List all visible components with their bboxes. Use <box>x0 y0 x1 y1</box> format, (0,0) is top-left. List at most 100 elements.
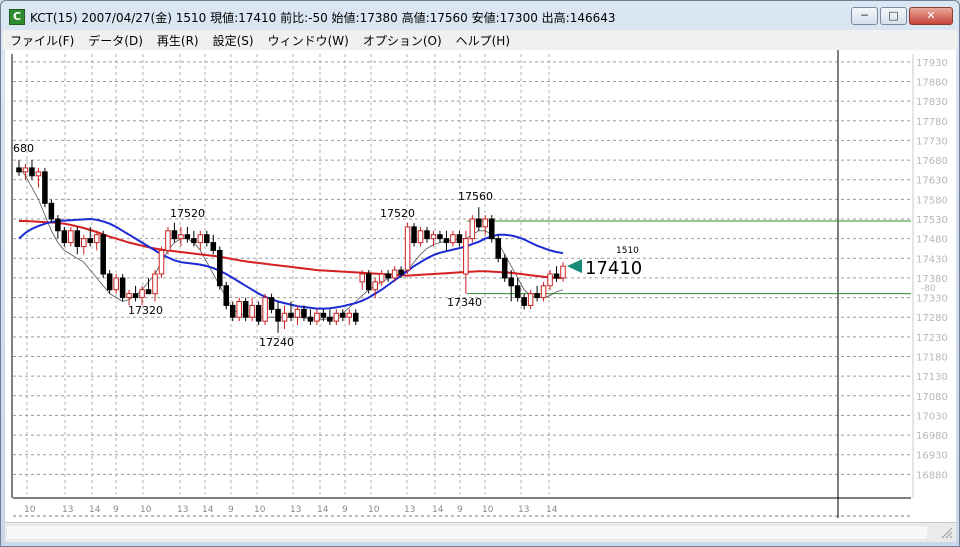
x-tick-label: 13 <box>62 505 73 515</box>
x-tick-label: 9 <box>457 505 463 515</box>
candle-up <box>314 312 320 322</box>
close-button[interactable]: ✕ <box>909 7 953 25</box>
x-tick-label: 14 <box>89 505 101 515</box>
menu-options[interactable]: オプション(O) <box>356 30 449 50</box>
candle-up <box>391 269 398 279</box>
candle-down <box>411 226 417 244</box>
candle-up <box>547 273 553 287</box>
x-tick-label: 14 <box>546 505 558 515</box>
candle-up <box>236 301 242 318</box>
y-tick-label: 17030 <box>916 411 948 422</box>
candle-down <box>61 230 68 244</box>
candle-down <box>132 293 139 299</box>
x-tick-label: 13 <box>518 505 529 515</box>
candle-up <box>126 293 132 299</box>
menu-data[interactable]: データ(D) <box>81 30 150 50</box>
candle-down <box>210 242 217 251</box>
candle-down <box>171 230 178 240</box>
candle-down <box>74 230 81 248</box>
candle-up <box>560 265 566 279</box>
y-tick-label: 17580 <box>916 195 948 206</box>
x-tick-label: 10 <box>140 505 152 515</box>
menu-settings[interactable]: 設定(S) <box>206 30 261 50</box>
candle-down <box>119 277 126 299</box>
menu-bar: ファイル(F) データ(D) 再生(R) 設定(S) ウィンドウ(W) オプショ… <box>3 30 957 50</box>
y-tick-label: 17480 <box>916 235 948 246</box>
y-tick-label: 17830 <box>916 97 948 108</box>
x-tick-label: 14 <box>432 505 444 515</box>
horizontal-scrollbar[interactable] <box>5 522 956 542</box>
candle-up <box>35 171 42 177</box>
candle-down <box>29 167 35 177</box>
candle-down <box>508 277 514 287</box>
candle-down <box>242 301 249 318</box>
candle-up <box>22 167 29 173</box>
candle-down <box>16 167 22 173</box>
candle-up <box>463 238 469 275</box>
menu-help[interactable]: ヘルプ(H) <box>449 30 517 50</box>
candle-down <box>476 218 482 228</box>
x-tick-label: 13 <box>404 505 415 515</box>
candle-down <box>255 304 262 322</box>
menu-window[interactable]: ウィンドウ(W) <box>261 30 356 50</box>
annotation-trough-3: 17340 <box>447 296 482 309</box>
candle-up <box>540 285 547 299</box>
y-tick-label: 17130 <box>916 372 948 383</box>
annotation-left-high: 680 <box>13 142 34 155</box>
candle-down <box>327 316 333 322</box>
candle-down <box>320 312 327 318</box>
candle-down <box>424 230 430 240</box>
candle-down <box>301 308 307 318</box>
y-tick-label: 17180 <box>916 353 948 364</box>
candle-down <box>385 273 391 279</box>
annotation-current-price: 17410 <box>585 258 642 279</box>
candle-up <box>93 234 100 244</box>
annotation-peak-2: 17520 <box>380 207 415 220</box>
y-tick-label: 17330 <box>916 294 948 305</box>
candle-up <box>469 218 476 240</box>
candle-down <box>501 257 508 279</box>
y-tick-label: 17430 <box>916 254 948 265</box>
candle-down <box>365 273 372 291</box>
candle-up <box>404 226 411 271</box>
x-tick-label: 10 <box>482 505 494 515</box>
candle-up <box>165 230 171 251</box>
y-tick-label: 16880 <box>916 470 948 481</box>
minimize-button[interactable]: ─ <box>851 7 878 25</box>
candle-down <box>495 238 502 259</box>
y-tick-label: 17530 <box>916 215 948 226</box>
candle-down <box>288 312 294 318</box>
y-tick-label: 17230 <box>916 333 948 344</box>
current-price-marker-icon <box>567 259 582 274</box>
y-tick-label: 17880 <box>916 78 948 89</box>
y-tick-label: 17280 <box>916 313 948 324</box>
app-logo-icon: C <box>9 9 25 25</box>
maximize-button[interactable]: □ <box>880 7 907 25</box>
candle-down <box>100 234 106 275</box>
candlestick-chart[interactable]: 17930 17880 17830 17780 17730 17680 17630 17580… <box>5 50 956 522</box>
x-tick-label: 10 <box>254 505 266 515</box>
y-tick-label: 17680 <box>916 156 948 167</box>
candle-up <box>80 238 87 247</box>
resize-grip-icon[interactable] <box>940 526 954 540</box>
chart-canvas[interactable]: 17930 17880 17830 17780 17730 17680 17630 17580… <box>5 50 956 522</box>
candle-down <box>223 285 230 306</box>
candle-up <box>527 293 534 306</box>
scrollbar-track[interactable] <box>7 526 927 539</box>
candle-up <box>158 249 165 275</box>
y-tick-label: 16930 <box>916 451 948 462</box>
menu-playback[interactable]: 再生(R) <box>150 30 206 50</box>
x-tick-label: 9 <box>113 505 119 515</box>
candle-down <box>443 238 450 244</box>
y-tick-label: 17630 <box>916 176 948 187</box>
candle-down <box>534 293 540 299</box>
annotation-time: 1510 <box>616 246 639 256</box>
candle-down <box>521 297 527 306</box>
x-tick-label: 10 <box>368 505 380 515</box>
candle-up <box>113 277 119 291</box>
title-bar[interactable]: C KCT(15) 2007/04/27(金) 1510 現値:17410 前比… <box>1 1 959 29</box>
menu-file[interactable]: ファイル(F) <box>3 30 81 50</box>
candle-down <box>307 316 314 322</box>
candle-up <box>178 234 184 240</box>
candle-down <box>184 234 191 240</box>
